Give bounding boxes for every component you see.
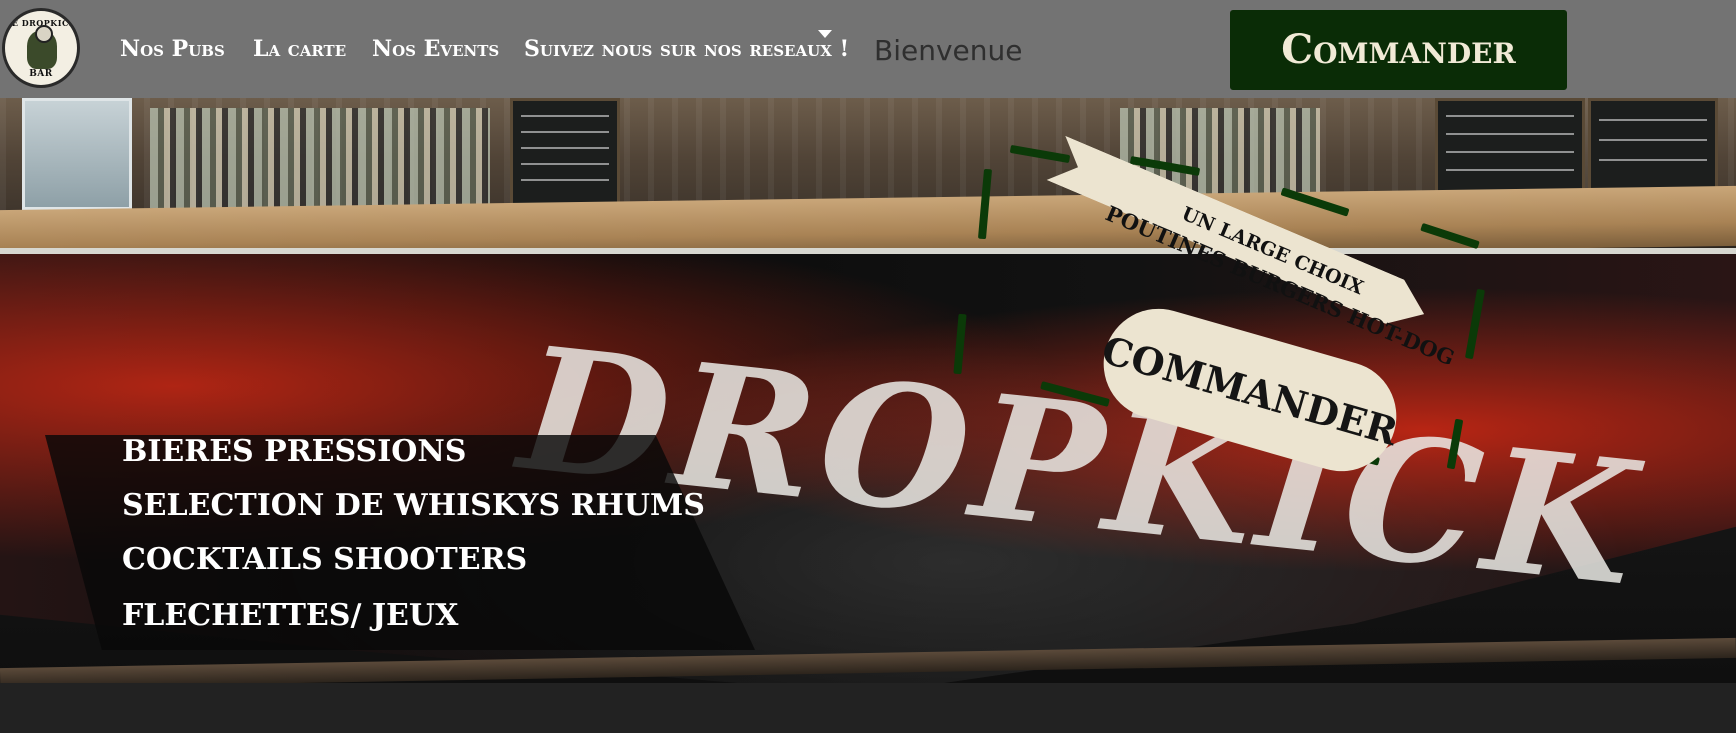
fridge-image (22, 98, 132, 210)
nav-reseaux-dropdown[interactable]: Suivez nous sur nos reseaux ! (524, 34, 849, 64)
promo-callout: UN LARGE CHOIX POUTINES BURGERS HOT-DOG … (953, 140, 1560, 485)
dashed-frame (1040, 381, 1110, 407)
chalkboard-image (510, 98, 620, 216)
dashed-frame (1464, 288, 1486, 360)
logo-text-bottom: BAR (29, 69, 53, 79)
offering-bieres: BIERES PRESSIONS (122, 434, 467, 469)
dashed-frame (1009, 144, 1071, 164)
nav-nos-pubs[interactable]: Nos Pubs (120, 34, 225, 64)
bottles-image (150, 108, 490, 208)
welcome-text: Bienvenue (874, 34, 1023, 67)
floor (0, 683, 1736, 733)
logo[interactable]: LE DROPKICK BAR (2, 8, 80, 88)
nav-la-carte[interactable]: La carte (253, 34, 346, 64)
dashed-frame (1446, 418, 1464, 470)
dashed-frame (1280, 187, 1350, 217)
offering-whiskys: SELECTION DE WHISKYS RHUMS (122, 488, 705, 523)
dashed-frame (977, 168, 993, 240)
commander-button[interactable]: Commander (1230, 10, 1567, 90)
offering-flechettes: FLECHETTES/ JEUX (122, 598, 459, 633)
offering-cocktails: COCKTAILS SHOOTERS (122, 542, 528, 577)
dashed-frame (1420, 222, 1480, 250)
nav-nos-events[interactable]: Nos Events (372, 34, 499, 64)
chevron-down-icon[interactable] (818, 30, 832, 38)
site-header: LE DROPKICK BAR Nos Pubs La carte Nos Ev… (0, 0, 1736, 98)
logo-mascot-icon (27, 25, 57, 69)
